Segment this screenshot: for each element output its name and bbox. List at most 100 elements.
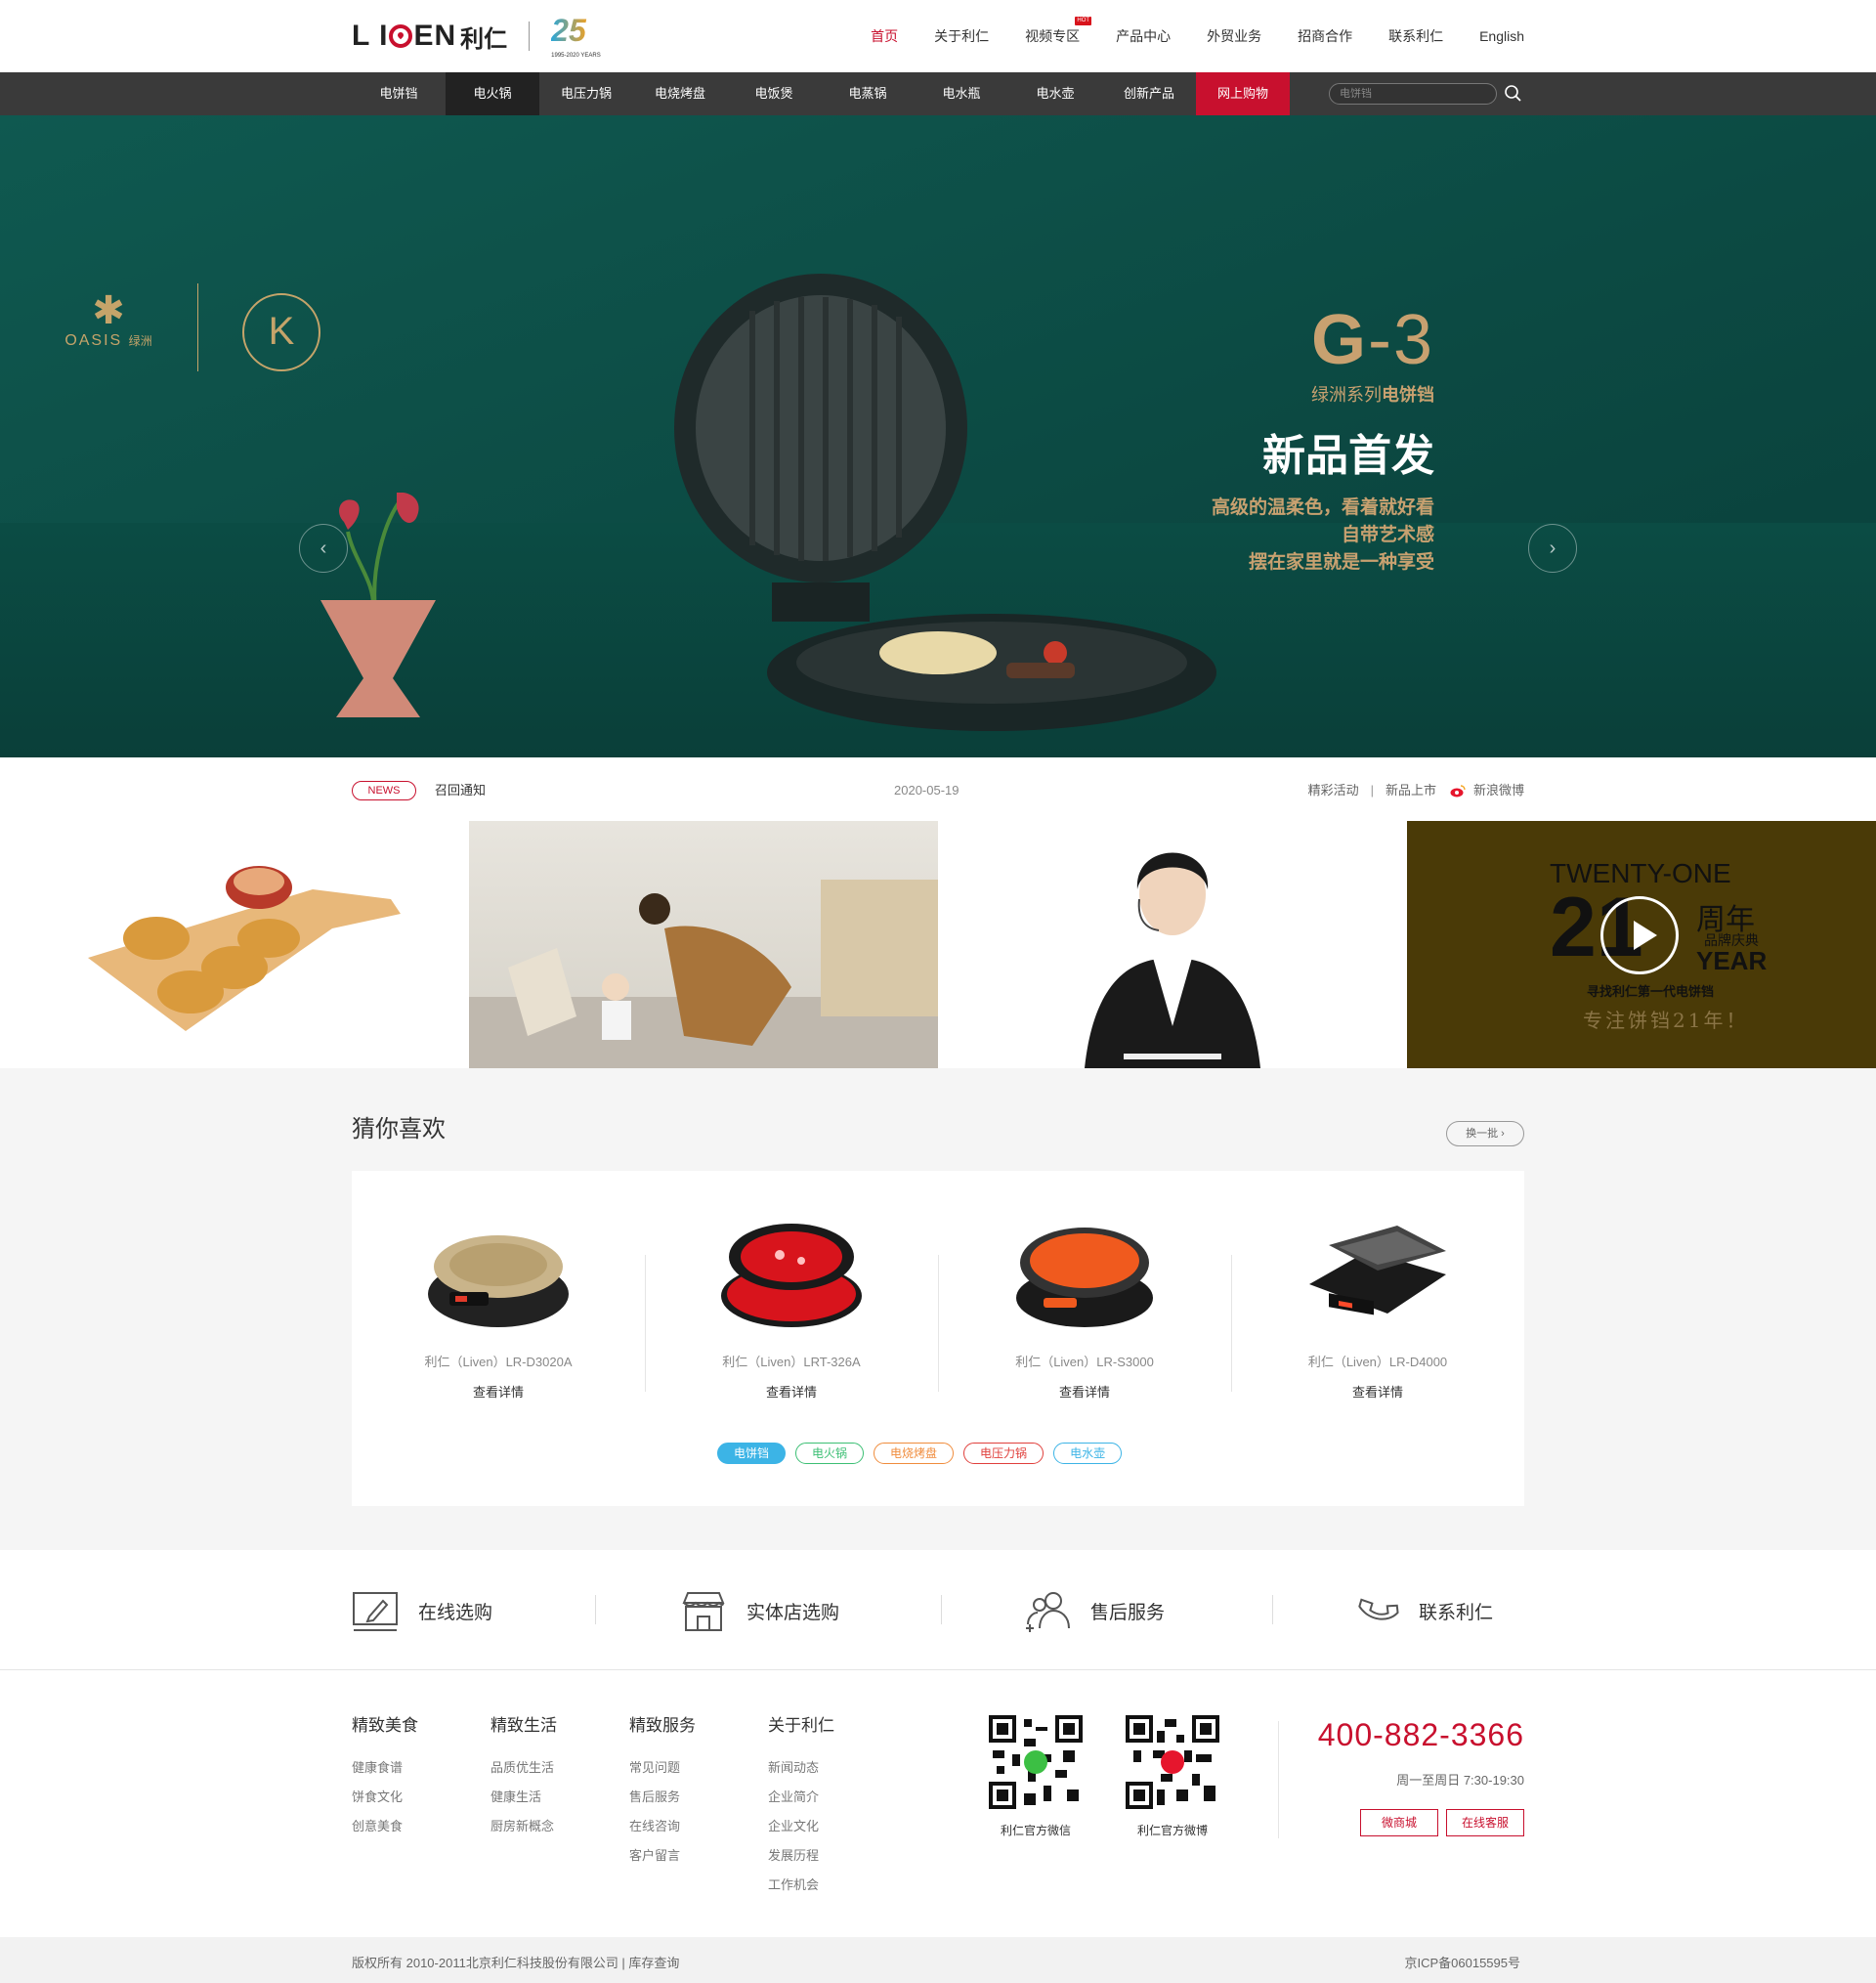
users-icon [1026,1592,1070,1632]
anniversary-years: 1995-2020 YEARS [551,53,601,59]
hero-prev-arrow-icon[interactable]: ‹ [299,524,348,573]
nav-contact[interactable]: 联系利仁 [1388,26,1443,46]
nav-investment[interactable]: 招商合作 [1298,26,1352,46]
nav-about[interactable]: 关于利仁 [934,26,989,46]
cat-water-dispenser[interactable]: 电水瓶 [915,72,1008,115]
view-details-link[interactable]: 查看详情 [938,1382,1231,1401]
micro-mall-button[interactable]: 微商城 [1360,1809,1438,1836]
cat-online-shop[interactable]: 网上购物 [1196,72,1290,115]
footer-link[interactable]: 新闻动态 [768,1753,895,1783]
tile-gourmet[interactable] [0,821,469,1068]
cat-hotpot[interactable]: 电火锅 [446,72,539,115]
nav-products[interactable]: 产品中心 [1116,26,1171,46]
tile-anniversary-video[interactable]: TWENTY-ONE 21 周年 品牌庆典 YEAR 寻找利仁第一代电饼铛 专注… [1407,821,1876,1068]
bread-board-image [88,866,401,1031]
store-icon [682,1592,725,1631]
pancake-maker-image [674,274,967,622]
hero-banner[interactable]: ✱ OASIS 绿洲 K ‹ › G-3 绿洲系列电饼铛 新品首发 高级的温柔色… [0,115,1876,757]
hero-slogan-line: 摆在家里就是一种享受 [1248,552,1434,573]
cat-rice-cooker[interactable]: 电饭煲 [727,72,821,115]
online-support-button[interactable]: 在线客服 [1446,1809,1524,1836]
hotline-number: 400-882-3366 [1317,1717,1524,1752]
footer-col-title: 精致美食 [352,1716,418,1735]
link-sina-weibo[interactable]: 新浪微博 [1473,781,1524,800]
tile-customer-service[interactable] [938,821,1407,1068]
refresh-button[interactable]: 换一批 › [1446,1121,1524,1146]
hero-model-number: -3 [1367,301,1434,379]
product-card[interactable]: 利仁（Liven）LR-S3000 查看详情 [938,1216,1231,1400]
footer-link[interactable]: 健康食谱 [352,1753,479,1783]
view-details-link[interactable]: 查看详情 [352,1382,645,1401]
category-pill[interactable]: 电烧烤盘 [874,1443,955,1464]
footer-link[interactable]: 在线咨询 [629,1812,756,1841]
search-icon[interactable] [1503,83,1524,105]
category-pill[interactable]: 电水壶 [1053,1443,1123,1464]
news-headline[interactable]: 召回通知 [435,781,486,800]
footer-link[interactable]: 厨房新概念 [490,1812,618,1841]
footer-link[interactable]: 企业文化 [768,1812,895,1841]
nav-english[interactable]: English [1479,28,1524,44]
link-events[interactable]: 精彩活动 [1308,781,1359,800]
hero-next-arrow-icon[interactable]: › [1528,524,1577,573]
hero-series: 绿洲系列电饼铛 [1212,381,1434,407]
feature-tiles: TWENTY-ONE 21 周年 品牌庆典 YEAR 寻找利仁第一代电饼铛 专注… [0,821,1876,1068]
weibo-qr: 利仁官方微博 [1124,1715,1221,1838]
service-contact[interactable]: 联系利仁 [1352,1591,1493,1630]
service-label: 实体店选购 [746,1602,840,1623]
nav-video-label: 视频专区 [1025,28,1081,44]
product-card[interactable]: 利仁（Liven）LR-D3020A 查看详情 [352,1216,645,1400]
link-new-products[interactable]: 新品上市 [1386,781,1436,800]
footer-col-service: 精致服务 常见问题 售后服务 在线咨询 客户留言 [629,1711,756,1871]
nav-foreign-trade[interactable]: 外贸业务 [1207,26,1261,46]
view-details-link[interactable]: 查看详情 [645,1382,938,1401]
cat-pancake-maker[interactable]: 电饼铛 [352,72,446,115]
category-pill[interactable]: 电压力锅 [963,1443,1045,1464]
icp-number[interactable]: 京ICP备06015595号 [1404,1953,1520,1971]
search-input[interactable] [1330,84,1496,104]
category-pill[interactable]: 电火锅 [795,1443,865,1464]
cat-kettle[interactable]: 电水壶 [1008,72,1102,115]
footer-link[interactable]: 健康生活 [490,1783,618,1812]
cat-innovative[interactable]: 创新产品 [1102,72,1196,115]
footer-link[interactable]: 工作机会 [768,1871,895,1900]
logo[interactable]: L I EN 利仁 25 1995-2020 YEARS [352,14,619,59]
service-online-shop[interactable]: 在线选购 [352,1591,492,1631]
footer-link[interactable]: 客户留言 [629,1841,756,1871]
footer-link[interactable]: 企业简介 [768,1783,895,1812]
view-details-link[interactable]: 查看详情 [1231,1382,1524,1401]
product-card[interactable]: 利仁（Liven）LRT-326A 查看详情 [645,1216,938,1400]
cat-pressure-cooker[interactable]: 电压力锅 [539,72,633,115]
cat-grill-pan[interactable]: 电烧烤盘 [633,72,727,115]
weibo-icon[interactable] [1450,784,1466,798]
product-image [721,1224,862,1327]
nav-video[interactable]: 视频专区 HOT [1025,17,1092,46]
product-name: 利仁（Liven）LR-D4000 [1307,1355,1448,1369]
wechat-qr: 利仁官方微信 [987,1715,1085,1838]
service-agent-image [1085,852,1260,1068]
footer-link[interactable]: 常见问题 [629,1753,756,1783]
section-title: 猜你喜欢 [352,1116,446,1142]
weibo-qr-code [1126,1715,1219,1809]
hero-logo-divider [197,283,198,371]
product-card[interactable]: 利仁（Liven）LR-D4000 查看详情 [1231,1216,1524,1400]
play-icon[interactable] [1600,896,1679,974]
service-store[interactable]: 实体店选购 [680,1591,840,1631]
footer-link[interactable]: 品质优生活 [490,1753,618,1783]
footer-link[interactable]: 售后服务 [629,1783,756,1812]
footer-col-title: 精致生活 [490,1716,557,1735]
cat-steamer[interactable]: 电蒸锅 [821,72,915,115]
service-after-sales[interactable]: 售后服务 [1024,1591,1165,1632]
category-pill[interactable]: 电饼铛 [717,1443,787,1464]
footer-col-life: 精致生活 品质优生活 健康生活 厨房新概念 [490,1711,618,1841]
footer-link[interactable]: 创意美食 [352,1812,479,1841]
footer-link[interactable]: 饼食文化 [352,1783,479,1812]
logo-cn: 利仁 [460,25,508,53]
logo-divider [529,22,531,51]
hero-model: G-3 [1212,301,1434,379]
footer-link[interactable]: 发展历程 [768,1841,895,1871]
service-divider [595,1595,596,1624]
tile-family-life[interactable] [469,821,938,1068]
hero-slogan: 高级的温柔色，看着就好看 自带艺术感 摆在家里就是一种享受 [1212,495,1434,577]
product-panel: 利仁（Liven）LR-D3020A 查看详情 利仁（Liven）LRT-326… [352,1171,1524,1506]
nav-home[interactable]: 首页 [871,26,898,46]
